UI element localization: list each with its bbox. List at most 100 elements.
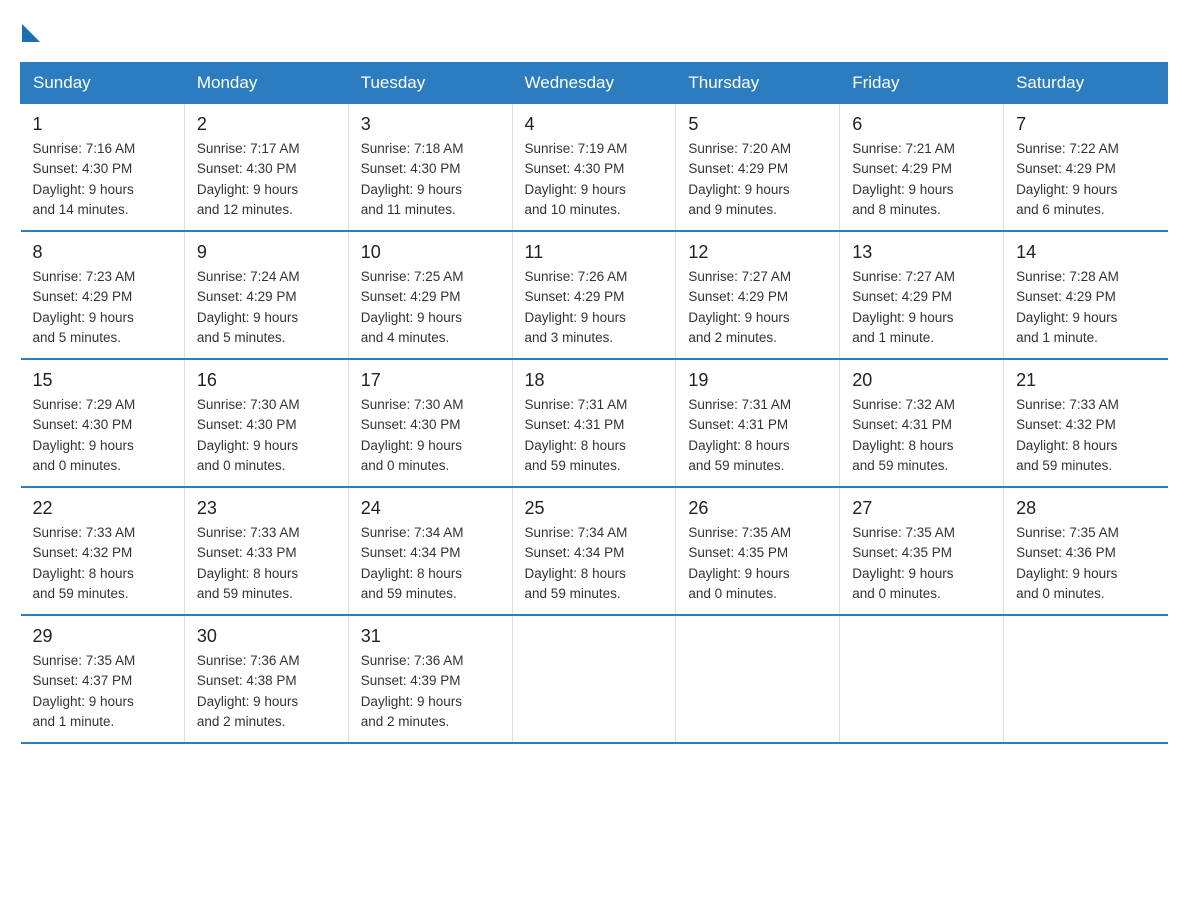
calendar-cell: 3 Sunrise: 7:18 AMSunset: 4:30 PMDaylight… <box>348 104 512 232</box>
col-saturday: Saturday <box>1004 63 1168 104</box>
day-info: Sunrise: 7:35 AMSunset: 4:35 PMDaylight:… <box>852 523 991 604</box>
day-number: 9 <box>197 242 336 263</box>
day-info: Sunrise: 7:36 AMSunset: 4:39 PMDaylight:… <box>361 651 500 732</box>
day-info: Sunrise: 7:16 AMSunset: 4:30 PMDaylight:… <box>33 139 172 220</box>
logo-triangle-icon <box>22 24 40 42</box>
calendar-cell: 5 Sunrise: 7:20 AMSunset: 4:29 PMDaylight… <box>676 104 840 232</box>
day-number: 21 <box>1016 370 1155 391</box>
day-info: Sunrise: 7:30 AMSunset: 4:30 PMDaylight:… <box>197 395 336 476</box>
day-info: Sunrise: 7:32 AMSunset: 4:31 PMDaylight:… <box>852 395 991 476</box>
day-info: Sunrise: 7:27 AMSunset: 4:29 PMDaylight:… <box>852 267 991 348</box>
calendar-week-2: 8 Sunrise: 7:23 AMSunset: 4:29 PMDaylight… <box>21 231 1168 359</box>
day-number: 23 <box>197 498 336 519</box>
calendar-cell <box>840 615 1004 743</box>
day-info: Sunrise: 7:26 AMSunset: 4:29 PMDaylight:… <box>525 267 664 348</box>
day-number: 10 <box>361 242 500 263</box>
day-info: Sunrise: 7:20 AMSunset: 4:29 PMDaylight:… <box>688 139 827 220</box>
logo <box>20 20 40 42</box>
calendar-header-row: Sunday Monday Tuesday Wednesday Thursday… <box>21 63 1168 104</box>
calendar-cell: 22 Sunrise: 7:33 AMSunset: 4:32 PMDayligh… <box>21 487 185 615</box>
day-info: Sunrise: 7:29 AMSunset: 4:30 PMDaylight:… <box>33 395 172 476</box>
calendar-cell: 14Sunrise: 7:28 AMSunset: 4:29 PMDayligh… <box>1004 231 1168 359</box>
calendar-cell: 7 Sunrise: 7:22 AMSunset: 4:29 PMDaylight… <box>1004 104 1168 232</box>
day-number: 26 <box>688 498 827 519</box>
day-number: 5 <box>688 114 827 135</box>
day-number: 13 <box>852 242 991 263</box>
day-number: 30 <box>197 626 336 647</box>
day-number: 14 <box>1016 242 1155 263</box>
calendar-cell: 29 Sunrise: 7:35 AMSunset: 4:37 PMDayligh… <box>21 615 185 743</box>
day-info: Sunrise: 7:19 AMSunset: 4:30 PMDaylight:… <box>525 139 664 220</box>
day-info: Sunrise: 7:30 AMSunset: 4:30 PMDaylight:… <box>361 395 500 476</box>
calendar-cell <box>1004 615 1168 743</box>
day-info: Sunrise: 7:21 AMSunset: 4:29 PMDaylight:… <box>852 139 991 220</box>
day-number: 11 <box>525 242 664 263</box>
day-number: 7 <box>1016 114 1155 135</box>
day-info: Sunrise: 7:23 AMSunset: 4:29 PMDaylight:… <box>33 267 172 348</box>
calendar-cell: 1 Sunrise: 7:16 AMSunset: 4:30 PMDaylight… <box>21 104 185 232</box>
calendar-cell: 21Sunrise: 7:33 AMSunset: 4:32 PMDayligh… <box>1004 359 1168 487</box>
day-info: Sunrise: 7:31 AMSunset: 4:31 PMDaylight:… <box>688 395 827 476</box>
day-info: Sunrise: 7:36 AMSunset: 4:38 PMDaylight:… <box>197 651 336 732</box>
calendar-cell: 15 Sunrise: 7:29 AMSunset: 4:30 PMDayligh… <box>21 359 185 487</box>
day-number: 22 <box>33 498 172 519</box>
calendar-week-4: 22 Sunrise: 7:33 AMSunset: 4:32 PMDayligh… <box>21 487 1168 615</box>
calendar-cell: 10 Sunrise: 7:25 AMSunset: 4:29 PMDayligh… <box>348 231 512 359</box>
calendar-cell: 25Sunrise: 7:34 AMSunset: 4:34 PMDayligh… <box>512 487 676 615</box>
day-number: 3 <box>361 114 500 135</box>
calendar-cell: 2 Sunrise: 7:17 AMSunset: 4:30 PMDaylight… <box>184 104 348 232</box>
day-info: Sunrise: 7:31 AMSunset: 4:31 PMDaylight:… <box>525 395 664 476</box>
page-header <box>20 20 1168 42</box>
day-info: Sunrise: 7:17 AMSunset: 4:30 PMDaylight:… <box>197 139 336 220</box>
day-info: Sunrise: 7:35 AMSunset: 4:37 PMDaylight:… <box>33 651 172 732</box>
col-monday: Monday <box>184 63 348 104</box>
calendar-cell: 16 Sunrise: 7:30 AMSunset: 4:30 PMDayligh… <box>184 359 348 487</box>
calendar-week-3: 15 Sunrise: 7:29 AMSunset: 4:30 PMDayligh… <box>21 359 1168 487</box>
calendar-cell: 17 Sunrise: 7:30 AMSunset: 4:30 PMDayligh… <box>348 359 512 487</box>
day-info: Sunrise: 7:34 AMSunset: 4:34 PMDaylight:… <box>361 523 500 604</box>
day-info: Sunrise: 7:33 AMSunset: 4:33 PMDaylight:… <box>197 523 336 604</box>
calendar-table: Sunday Monday Tuesday Wednesday Thursday… <box>20 62 1168 744</box>
day-number: 8 <box>33 242 172 263</box>
day-number: 12 <box>688 242 827 263</box>
day-number: 17 <box>361 370 500 391</box>
day-info: Sunrise: 7:22 AMSunset: 4:29 PMDaylight:… <box>1016 139 1155 220</box>
calendar-cell: 4 Sunrise: 7:19 AMSunset: 4:30 PMDaylight… <box>512 104 676 232</box>
day-number: 24 <box>361 498 500 519</box>
day-info: Sunrise: 7:33 AMSunset: 4:32 PMDaylight:… <box>33 523 172 604</box>
day-info: Sunrise: 7:35 AMSunset: 4:35 PMDaylight:… <box>688 523 827 604</box>
day-number: 18 <box>525 370 664 391</box>
col-thursday: Thursday <box>676 63 840 104</box>
calendar-week-1: 1 Sunrise: 7:16 AMSunset: 4:30 PMDaylight… <box>21 104 1168 232</box>
col-wednesday: Wednesday <box>512 63 676 104</box>
day-number: 29 <box>33 626 172 647</box>
day-number: 2 <box>197 114 336 135</box>
day-info: Sunrise: 7:25 AMSunset: 4:29 PMDaylight:… <box>361 267 500 348</box>
calendar-week-5: 29 Sunrise: 7:35 AMSunset: 4:37 PMDayligh… <box>21 615 1168 743</box>
day-info: Sunrise: 7:18 AMSunset: 4:30 PMDaylight:… <box>361 139 500 220</box>
calendar-cell <box>676 615 840 743</box>
day-number: 16 <box>197 370 336 391</box>
col-sunday: Sunday <box>21 63 185 104</box>
calendar-cell: 24 Sunrise: 7:34 AMSunset: 4:34 PMDayligh… <box>348 487 512 615</box>
day-number: 1 <box>33 114 172 135</box>
calendar-cell: 11 Sunrise: 7:26 AMSunset: 4:29 PMDayligh… <box>512 231 676 359</box>
calendar-cell: 30 Sunrise: 7:36 AMSunset: 4:38 PMDayligh… <box>184 615 348 743</box>
day-number: 31 <box>361 626 500 647</box>
day-number: 28 <box>1016 498 1155 519</box>
day-number: 6 <box>852 114 991 135</box>
calendar-cell: 19 Sunrise: 7:31 AMSunset: 4:31 PMDayligh… <box>676 359 840 487</box>
day-info: Sunrise: 7:35 AMSunset: 4:36 PMDaylight:… <box>1016 523 1155 604</box>
calendar-cell: 20Sunrise: 7:32 AMSunset: 4:31 PMDayligh… <box>840 359 1004 487</box>
day-number: 19 <box>688 370 827 391</box>
calendar-cell: 27 Sunrise: 7:35 AMSunset: 4:35 PMDayligh… <box>840 487 1004 615</box>
calendar-cell: 9 Sunrise: 7:24 AMSunset: 4:29 PMDaylight… <box>184 231 348 359</box>
day-number: 27 <box>852 498 991 519</box>
col-friday: Friday <box>840 63 1004 104</box>
calendar-cell: 8 Sunrise: 7:23 AMSunset: 4:29 PMDaylight… <box>21 231 185 359</box>
day-number: 15 <box>33 370 172 391</box>
day-number: 4 <box>525 114 664 135</box>
calendar-cell: 12Sunrise: 7:27 AMSunset: 4:29 PMDayligh… <box>676 231 840 359</box>
day-info: Sunrise: 7:24 AMSunset: 4:29 PMDaylight:… <box>197 267 336 348</box>
calendar-cell: 18 Sunrise: 7:31 AMSunset: 4:31 PMDayligh… <box>512 359 676 487</box>
